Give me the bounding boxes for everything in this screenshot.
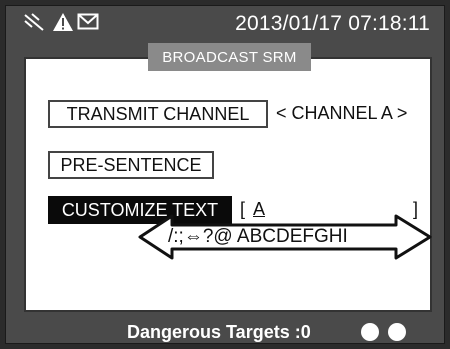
dangerous-targets-label: Dangerous Targets :0 — [127, 322, 311, 342]
device-bezel: 2013/01/17 07:18:11 BROADCAST SRM TRANSM… — [0, 0, 450, 349]
transmit-channel-button[interactable]: TRANSMIT CHANNEL — [48, 100, 268, 128]
indicator-dot — [361, 323, 379, 341]
indicator-dot — [388, 323, 406, 341]
pre-sentence-button[interactable]: PRE-SENTENCE — [48, 151, 214, 179]
bottom-status-bar: Dangerous Targets :0 — [5, 318, 445, 348]
broadcast-panel — [24, 57, 432, 312]
mail-icon — [75, 8, 101, 36]
character-selector[interactable]: /:;⇔?@ ABCDEFGHI — [138, 213, 432, 261]
no-signal-icon — [21, 8, 47, 36]
character-selector-text: /:;⇔?@ ABCDEFGHI — [168, 226, 348, 247]
channel-value[interactable]: < CHANNEL A > — [276, 103, 407, 124]
panel-title: BROADCAST SRM — [148, 43, 311, 71]
status-bar: 2013/01/17 07:18:11 — [5, 8, 445, 38]
status-datetime: 2013/01/17 07:18:11 — [235, 12, 430, 35]
warning-icon — [50, 8, 76, 36]
